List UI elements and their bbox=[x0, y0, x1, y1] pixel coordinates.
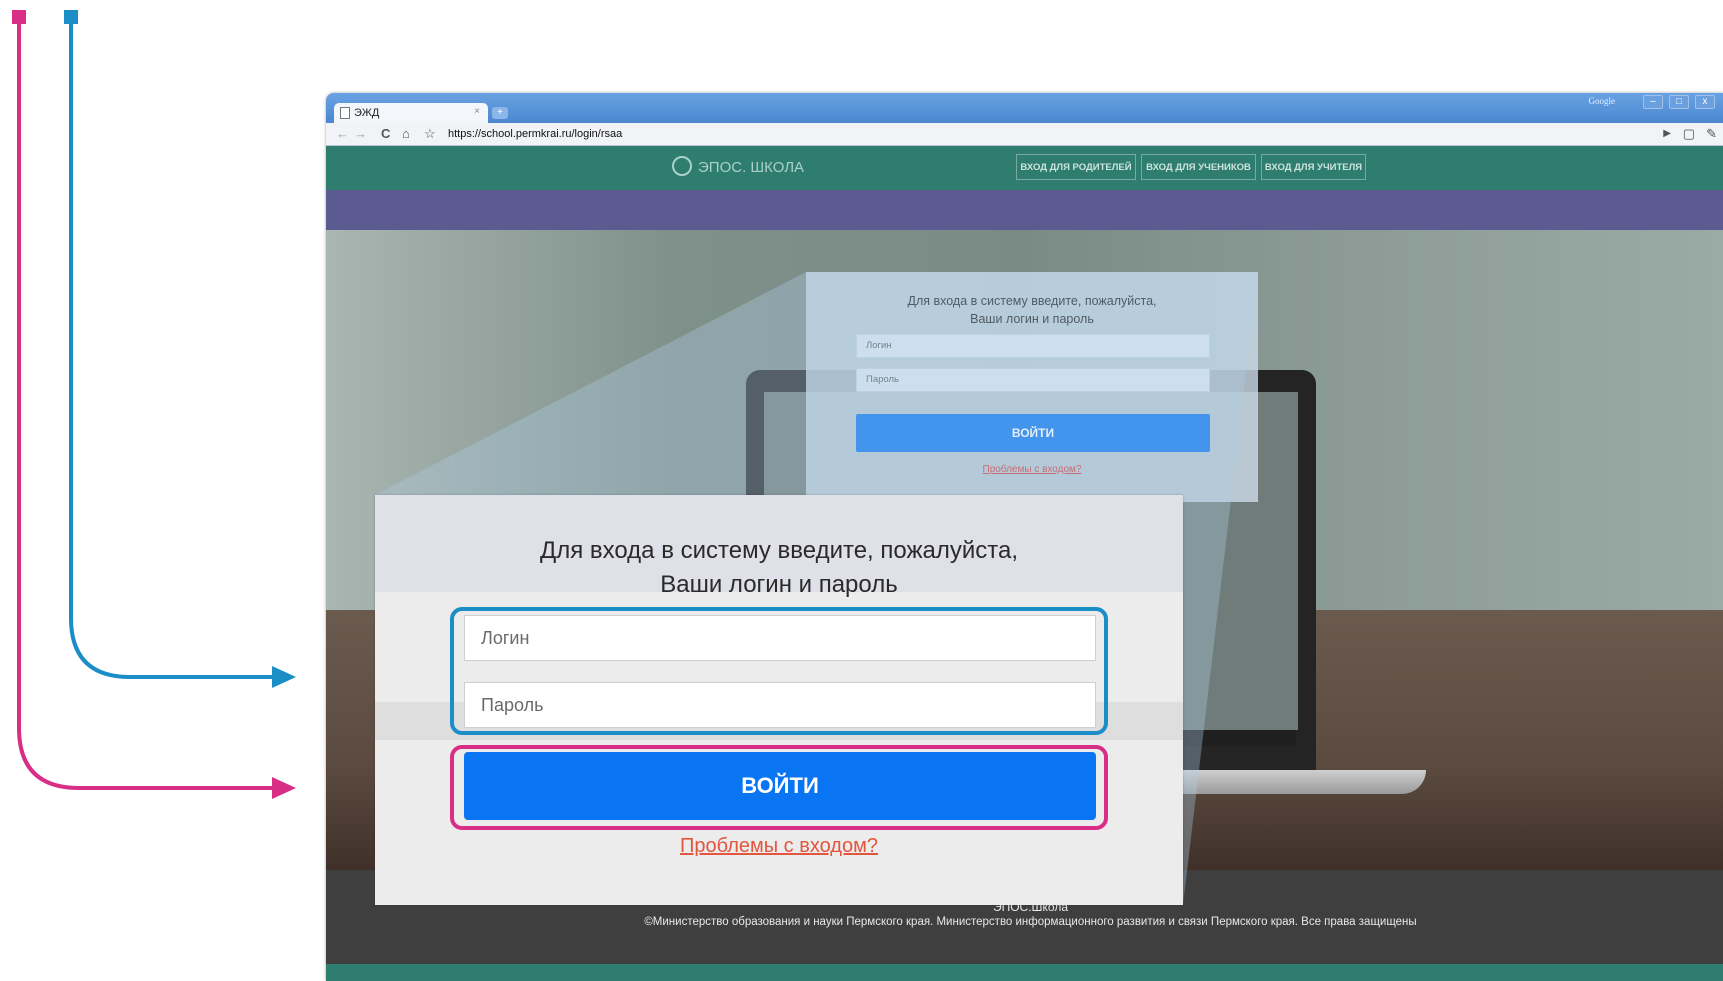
credentials-highlight bbox=[450, 607, 1108, 735]
login-problems-link[interactable]: Проблемы с входом? bbox=[375, 835, 1183, 858]
prompt-line-2: Ваши логин и пароль bbox=[660, 571, 898, 598]
login-prompt: Для входа в систему введите, пожалуйста,… bbox=[375, 534, 1183, 602]
login-panel-zoomed: Для входа в систему введите, пожалуйста,… bbox=[375, 495, 1183, 905]
prompt-line-1: Для входа в систему введите, пожалуйста, bbox=[539, 537, 1019, 564]
submit-highlight bbox=[450, 745, 1108, 830]
